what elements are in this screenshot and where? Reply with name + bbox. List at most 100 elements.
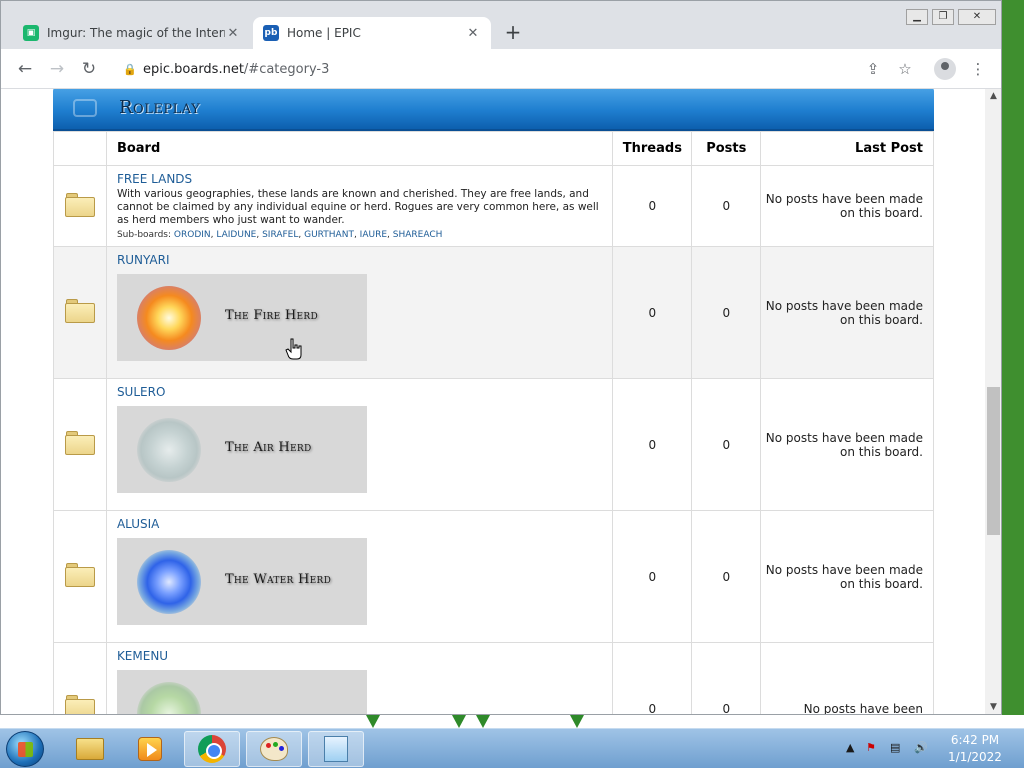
table-row: RUNYARI The Fire Herd 0 0 No posts have … [53,246,934,379]
minimize-button[interactable]: ▁ [906,9,928,25]
action-center-icon[interactable]: ⚑ [866,741,876,754]
photobucket-watermark-icon [73,99,97,117]
clock-time[interactable]: 6:42 PM [940,733,1010,747]
menu-kebab-icon[interactable]: ⋮ [966,57,990,81]
table-header-row: Board Threads Posts Last Post [53,131,934,166]
folder-icon [64,695,95,714]
subboard-link[interactable]: LAIDUNE [216,230,256,240]
new-tab-button[interactable]: + [501,21,525,45]
air-orb-icon [136,418,201,482]
desktop-background [0,715,1024,728]
scroll-up-arrow-icon[interactable]: ▲ [985,89,1001,103]
threads-count: 0 [612,510,693,643]
page-viewport: Roleplay Board Threads Posts Last Post F… [1,89,985,714]
board-link-kemenu[interactable]: KEMENU [117,649,168,663]
scroll-down-arrow-icon[interactable]: ▼ [985,700,1001,714]
taskbar-notepad[interactable] [308,731,364,767]
browser-toolbar: ← → ↻ 🔒 epic.boards.net /#category-3 ⇪ ☆… [1,49,1001,89]
posts-count: 0 [691,246,762,379]
close-icon[interactable]: ✕ [225,26,241,41]
folder-cell [53,246,107,379]
url-path: /#category-3 [243,61,330,77]
forward-icon[interactable]: → [45,57,69,81]
board-link-runyari[interactable]: RUNYARI [117,253,170,267]
subboard-link[interactable]: SIRAFEL [262,230,298,240]
table-row: KEMENU 0 0 No posts have been [53,642,934,714]
earth-orb-icon [136,682,201,714]
folder-icon [64,431,95,455]
board-banner-image[interactable]: The Fire Herd [116,274,367,361]
window-close-button[interactable]: ✕ [958,9,996,25]
board-link-free-lands[interactable]: FREE LANDS [117,172,192,186]
subboard-link[interactable]: ORODIN [174,230,211,240]
taskbar-media-player[interactable] [122,731,178,767]
last-post-info: No posts have been made on this board. [760,378,934,511]
folder-icon [76,738,104,760]
maximize-button[interactable]: ❐ [932,9,954,25]
address-bar[interactable]: 🔒 epic.boards.net /#category-3 [113,55,925,83]
subboard-link[interactable]: GURTHANT [304,230,354,240]
threads-count: 0 [612,246,693,379]
board-cell: SULERO The Air Herd [105,378,614,511]
subboards-list: Sub-boards: ORODIN, LAIDUNE, SIRAFEL, GU… [116,230,443,240]
clock-date[interactable]: 1/1/2022 [940,750,1010,764]
share-icon[interactable]: ⇪ [861,57,885,81]
header-icon-cell [53,131,107,166]
taskbar-paint[interactable] [246,731,302,767]
volume-icon[interactable]: 🔊 [914,741,928,754]
board-cell: ALUSIA The Water Herd [105,510,614,643]
header-last-post: Last Post [760,131,934,166]
profile-avatar-icon[interactable] [934,58,956,80]
water-orb-icon [136,550,201,614]
board-cell: KEMENU [105,642,614,714]
threads-count: 0 [612,378,693,511]
folder-cell [53,642,107,714]
tab-title: Home | EPIC [287,26,361,40]
tab-title: Imgur: The magic of the Internet [47,26,225,40]
category-header: Roleplay [53,89,934,131]
start-button[interactable] [6,731,44,767]
folder-icon [64,299,95,323]
chrome-icon [198,735,226,763]
tab-epic-home[interactable]: pb Home | EPIC ✕ [253,17,491,49]
folder-cell [53,165,107,247]
board-cell: FREE LANDS With various geographies, the… [105,165,614,247]
last-post-info: No posts have been made on this board. [760,510,934,643]
scroll-thumb[interactable] [987,387,1000,535]
banner-text: The Fire Herd [224,308,319,323]
category-title: Roleplay [119,97,201,118]
board-cell: RUNYARI The Fire Herd [105,246,614,379]
category-roleplay: Roleplay Board Threads Posts Last Post F… [53,89,934,714]
last-post-info: No posts have been made on this board. [760,165,934,247]
last-post-info: No posts have been made on this board. [760,246,934,379]
back-icon[interactable]: ← [13,57,37,81]
close-icon[interactable]: ✕ [465,26,481,41]
folder-icon [64,192,95,217]
taskbar-chrome[interactable] [184,731,240,767]
browser-window: ▣ Imgur: The magic of the Internet ✕ pb … [0,0,1002,715]
board-link-sulero[interactable]: SULERO [117,385,165,399]
proboards-icon: pb [263,25,279,41]
subboard-link[interactable]: IAURE [360,230,387,240]
header-posts: Posts [691,131,762,166]
board-banner-image[interactable]: The Air Herd [116,406,367,493]
imgur-icon: ▣ [23,25,39,41]
tab-imgur[interactable]: ▣ Imgur: The magic of the Internet ✕ [13,17,251,49]
board-banner-image[interactable] [116,670,367,714]
subboard-link[interactable]: SHAREACH [393,230,443,240]
header-threads: Threads [612,131,693,166]
show-hidden-icons-icon[interactable]: ▲ [846,741,854,754]
vertical-scrollbar[interactable]: ▲ ▼ [985,89,1001,714]
board-link-alusia[interactable]: ALUSIA [117,517,159,531]
hand-cursor-icon [285,338,302,360]
taskbar-file-explorer[interactable] [62,731,118,767]
board-banner-image[interactable]: The Water Herd [116,538,367,625]
table-row: SULERO The Air Herd 0 0 No posts have be… [53,378,934,511]
bookmark-star-icon[interactable]: ☆ [893,57,917,81]
table-row: FREE LANDS With various geographies, the… [53,165,934,247]
reload-icon[interactable]: ↻ [77,57,101,81]
network-icon[interactable]: ▤ [890,741,900,754]
folder-icon [64,563,95,587]
lock-icon: 🔒 [123,62,137,76]
posts-count: 0 [691,165,762,247]
